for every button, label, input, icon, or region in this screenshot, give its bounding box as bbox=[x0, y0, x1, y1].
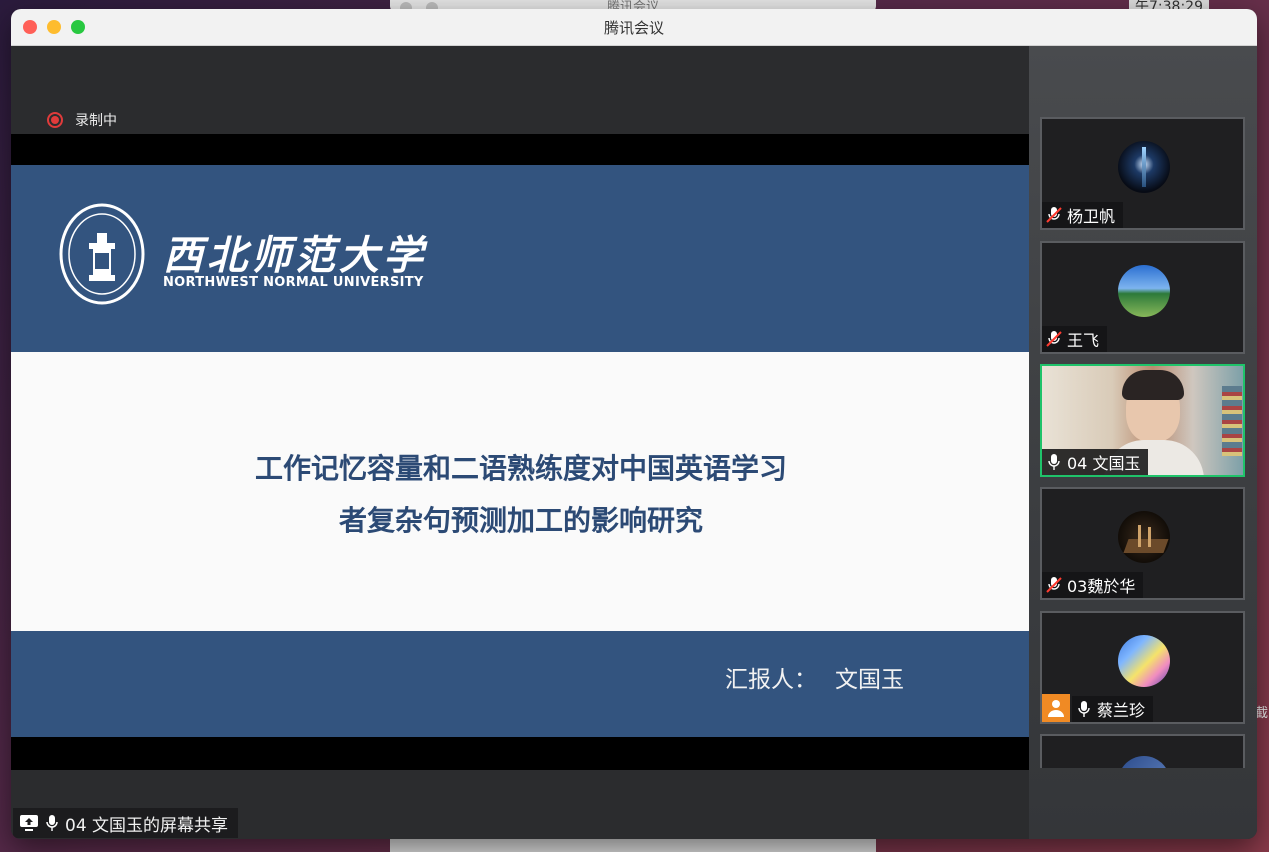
participant-name: 03魏於华 bbox=[1067, 577, 1136, 596]
university-seal-icon bbox=[59, 203, 145, 305]
slide-title-line2: 者复杂句预测加工的影响研究 bbox=[338, 504, 703, 537]
shared-slide-frame: 西北师范大学 NORTHWEST NORMAL UNIVERSITY 工作记忆容… bbox=[11, 134, 1029, 770]
microphone-icon bbox=[46, 815, 58, 831]
recording-indicator[interactable]: 录制中 bbox=[47, 110, 117, 130]
participant-avatar bbox=[1118, 265, 1170, 317]
screen-share-label: 04 文国玉的屏幕共享 bbox=[65, 815, 229, 836]
shared-screen-stage: 录制中 西北师范大学 NORTHWEST NORMAL UNIVERSITY 工… bbox=[11, 46, 1029, 839]
mic-muted-icon bbox=[1046, 577, 1062, 593]
microphone-icon bbox=[1048, 454, 1060, 470]
background-window-bottom bbox=[390, 838, 876, 852]
participant-name: 王飞 bbox=[1067, 331, 1100, 350]
participant-name-bar: 杨卫帆 bbox=[1042, 202, 1124, 228]
university-name-cn: 西北师范大学 bbox=[163, 232, 427, 279]
slide-header-band: 西北师范大学 NORTHWEST NORMAL UNIVERSITY bbox=[11, 165, 1029, 352]
presenter-line: 汇报人： 文国玉 bbox=[725, 660, 904, 694]
participant-sidebar[interactable]: 杨卫帆 王飞 04 文国玉 03魏於华 蔡兰珍 bbox=[1029, 46, 1257, 839]
participant-name-bar: 03魏於华 bbox=[1042, 572, 1144, 598]
participant-avatar bbox=[1118, 756, 1170, 768]
presenter-label: 汇报人： bbox=[725, 667, 817, 693]
participant-avatar bbox=[1118, 511, 1170, 563]
mic-muted-icon bbox=[1046, 207, 1062, 223]
participant-name: 杨卫帆 bbox=[1067, 207, 1116, 226]
participant-tile-active[interactable]: 04 文国玉 bbox=[1040, 364, 1245, 477]
window-title: 腾讯会议 bbox=[603, 19, 664, 37]
participant-tile[interactable]: 杨卫帆 bbox=[1040, 117, 1245, 230]
participant-avatar bbox=[1118, 635, 1170, 687]
person-icon bbox=[1042, 694, 1070, 722]
participant-tile[interactable]: 蔡兰珍 bbox=[1040, 611, 1245, 724]
participant-name-bar: 蔡兰珍 bbox=[1072, 696, 1154, 722]
microphone-icon bbox=[1078, 701, 1090, 717]
screen-share-badge: 04 文国玉的屏幕共享 bbox=[13, 808, 239, 838]
university-name-en: NORTHWEST NORMAL UNIVERSITY bbox=[163, 275, 424, 290]
participant-name: 04 文国玉 bbox=[1067, 454, 1141, 473]
participant-tile[interactable]: 王飞 bbox=[1040, 241, 1245, 354]
participant-name: 蔡兰珍 bbox=[1097, 701, 1146, 720]
screen-share-icon bbox=[20, 815, 38, 831]
meeting-window: 腾讯会议 录制中 西北师范大学 NORTHWEST NORMAL UNIVERS… bbox=[11, 9, 1257, 839]
participant-name-bar: 04 文国玉 bbox=[1042, 449, 1149, 475]
desktop-side-text: 截 bbox=[1255, 706, 1269, 721]
participant-tile[interactable]: 03魏於华 bbox=[1040, 487, 1245, 600]
presentation-slide: 西北师范大学 NORTHWEST NORMAL UNIVERSITY 工作记忆容… bbox=[11, 165, 1029, 737]
record-icon bbox=[47, 112, 63, 128]
participant-tile-partial[interactable] bbox=[1040, 734, 1245, 768]
participant-name-bar: 王飞 bbox=[1042, 326, 1108, 352]
title-bar: 腾讯会议 bbox=[11, 9, 1257, 46]
slide-title-line1: 工作记忆容量和二语熟练度对中国英语学习 bbox=[254, 452, 787, 485]
mic-muted-icon bbox=[1046, 331, 1062, 347]
presenter-name: 文国玉 bbox=[835, 667, 904, 693]
participant-avatar bbox=[1118, 141, 1170, 193]
recording-label: 录制中 bbox=[75, 113, 117, 129]
slide-title: 工作记忆容量和二语熟练度对中国英语学习 者复杂句预测加工的影响研究 bbox=[181, 443, 861, 547]
